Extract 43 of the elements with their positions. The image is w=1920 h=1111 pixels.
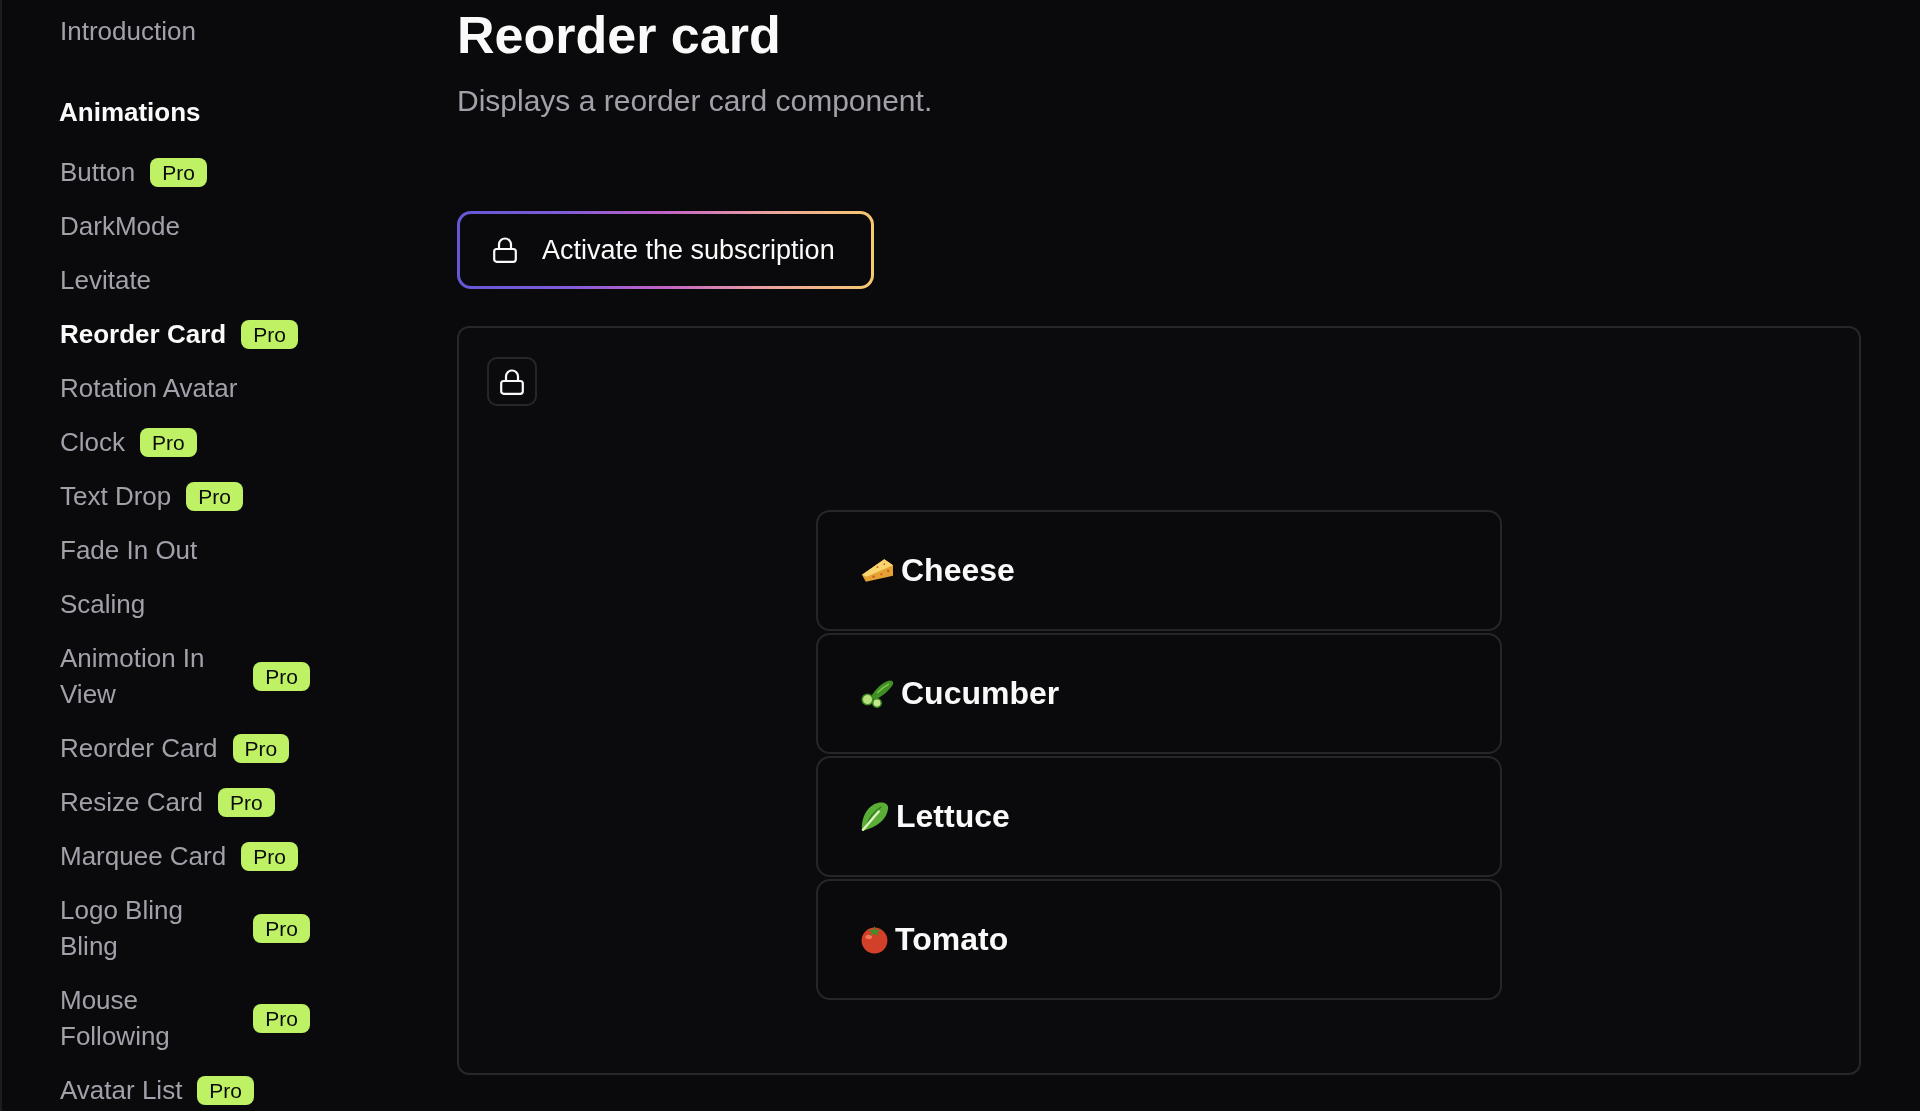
lettuce-icon: [861, 801, 889, 832]
sidebar-link[interactable]: Fade In Out: [60, 532, 198, 568]
sidebar-link[interactable]: Scaling: [60, 586, 146, 622]
sidebar-link[interactable]: Marquee Card Pro: [60, 838, 298, 874]
reorder-card[interactable]: Cucumber: [816, 633, 1502, 754]
sidebar-link[interactable]: Text Drop Pro: [60, 478, 243, 514]
sidebar-link[interactable]: Rotation Avatar: [60, 370, 238, 406]
sidebar-link[interactable]: Mouse Following Pro: [60, 982, 310, 1054]
sidebar-link[interactable]: Reorder Card Pro: [60, 316, 298, 352]
sidebar-link[interactable]: Avatar List Pro: [60, 1072, 255, 1108]
sidebar-link[interactable]: Button Pro: [60, 154, 207, 190]
sidebar-link[interactable]: Logo Bling Bling Pro: [60, 892, 310, 964]
pro-badge: Pro: [150, 157, 207, 187]
sidebar-link[interactable]: DarkMode: [60, 208, 180, 244]
pro-badge: Pro: [241, 319, 298, 349]
reorder-card[interactable]: Cheese: [816, 510, 1502, 631]
section-heading: Animations: [59, 96, 201, 129]
sidebar-link[interactable]: Resize Card Pro: [60, 784, 275, 820]
lock-icon: [493, 237, 517, 263]
pro-badge: Pro: [232, 733, 290, 763]
pro-badge: Pro: [140, 427, 197, 457]
pro-badge: Pro: [253, 913, 310, 943]
sidebar-link[interactable]: Introduction: [60, 13, 196, 49]
sidebar-link[interactable]: Clock Pro: [60, 424, 197, 460]
page-description: Displays a reorder card component.: [457, 83, 933, 119]
lock-button[interactable]: [487, 357, 537, 406]
cheese-icon: [861, 558, 894, 583]
tomato-icon: [861, 925, 888, 954]
lock-icon: [500, 368, 524, 395]
pro-badge: Pro: [197, 1075, 255, 1105]
pro-badge: Pro: [253, 661, 310, 691]
reorder-card[interactable]: Lettuce: [816, 756, 1502, 877]
reorder-card[interactable]: Tomato: [816, 879, 1502, 1000]
subscribe-button[interactable]: Activate the subscription: [457, 211, 874, 289]
pro-badge: Pro: [186, 481, 243, 511]
sidebar-link[interactable]: Levitate: [60, 262, 152, 298]
page-title: Reorder card: [457, 5, 781, 66]
sidebar-link[interactable]: Animotion In View Pro: [60, 640, 310, 712]
pro-badge: Pro: [218, 787, 275, 817]
cucumber-icon: [861, 679, 894, 708]
pro-badge: Pro: [241, 841, 298, 871]
sidebar-link[interactable]: Reorder Card Pro: [60, 730, 290, 766]
pro-badge: Pro: [253, 1003, 310, 1033]
